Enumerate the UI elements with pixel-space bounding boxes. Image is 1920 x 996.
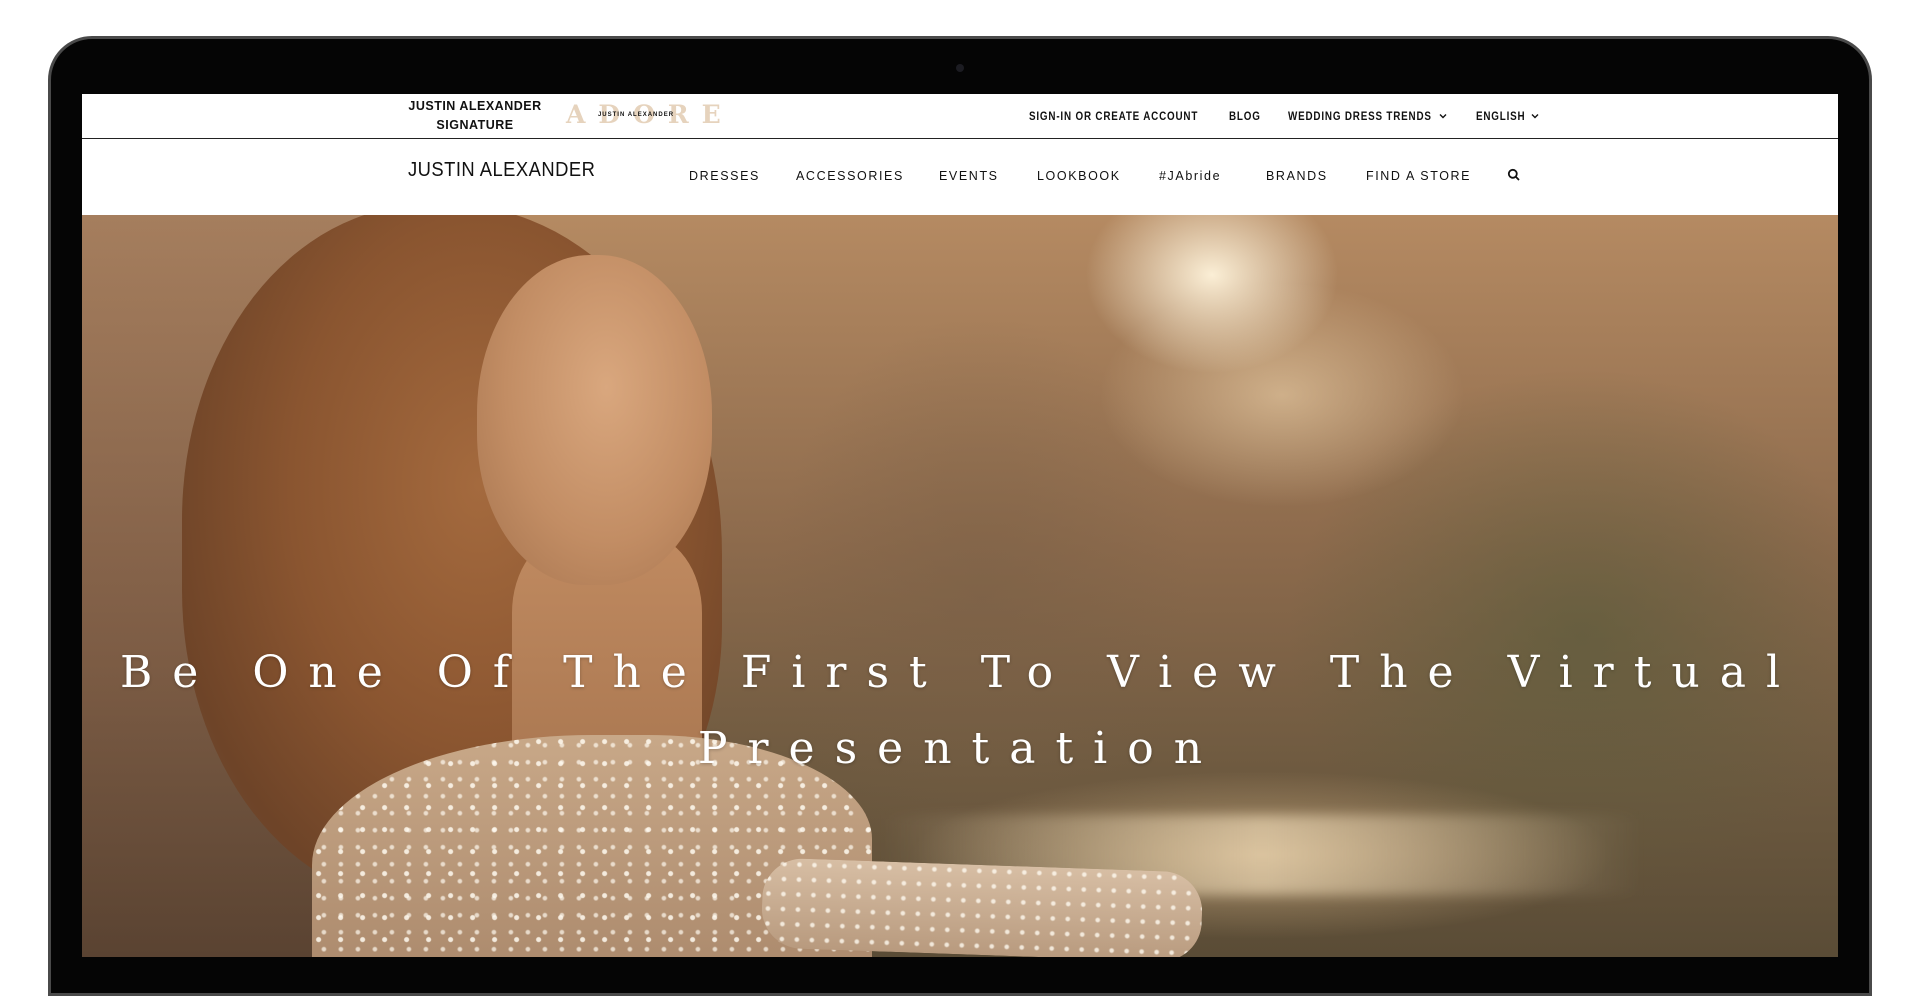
nav-dresses[interactable]: DRESSES <box>689 169 760 183</box>
wedding-trends-dropdown[interactable]: WEDDING DRESS TRENDS <box>1288 109 1448 123</box>
chevron-down-icon <box>1439 114 1447 119</box>
brand-adore-link[interactable]: ADORE JUSTIN ALEXANDER <box>566 100 721 130</box>
hero-headline-line2: Presentation <box>697 723 1223 774</box>
nav-brands[interactable]: BRANDS <box>1266 169 1328 183</box>
hero-banner[interactable]: Be One Of The First To View The Virtual … <box>82 215 1838 957</box>
trends-label: WEDDING DRESS TRENDS <box>1288 109 1432 123</box>
blog-link[interactable]: BLOG <box>1229 109 1268 123</box>
blog-label: BLOG <box>1229 109 1261 123</box>
nav-jabride[interactable]: #JAbride <box>1159 169 1221 183</box>
hero-headline: Be One Of The First To View The Virtual … <box>82 635 1838 787</box>
hero-headline-line1: Be One Of The First To View The Virtual <box>119 647 1801 698</box>
sign-in-label: SIGN-IN OR CREATE ACCOUNT <box>1029 109 1199 123</box>
site-logo[interactable]: JUSTIN ALEXANDER <box>408 159 595 182</box>
nav-lookbook[interactable]: LOOKBOOK <box>1037 169 1121 183</box>
main-nav: JUSTIN ALEXANDER DRESSES ACCESSORIES EVE… <box>82 139 1838 215</box>
sign-in-link[interactable]: SIGN-IN OR CREATE ACCOUNT <box>1029 109 1235 123</box>
search-icon[interactable] <box>1507 168 1521 182</box>
hero-lace-sleeve <box>760 857 1204 957</box>
hero-model-face <box>477 255 712 585</box>
utility-bar: JUSTIN ALEXANDER SIGNATURE ADORE JUSTIN … <box>82 94 1838 139</box>
language-label: ENGLISH <box>1476 109 1526 123</box>
chevron-down-icon <box>1531 114 1539 119</box>
browser-screen: JUSTIN ALEXANDER SIGNATURE ADORE JUSTIN … <box>82 94 1838 957</box>
language-dropdown[interactable]: ENGLISH <box>1476 109 1540 123</box>
adore-subtitle: JUSTIN ALEXANDER <box>597 112 675 118</box>
camera-dot <box>956 64 964 72</box>
nav-accessories[interactable]: ACCESSORIES <box>796 169 904 183</box>
brand-signature-link[interactable]: JUSTIN ALEXANDER SIGNATURE <box>400 97 550 135</box>
nav-events[interactable]: EVENTS <box>939 169 999 183</box>
nav-find-a-store[interactable]: FIND A STORE <box>1366 169 1471 183</box>
